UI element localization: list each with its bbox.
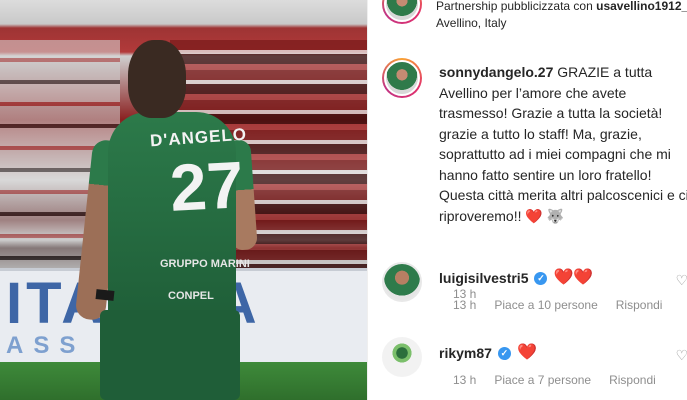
comment-body: ❤️: [516, 344, 537, 361]
post-location[interactable]: Avellino, Italy: [436, 16, 506, 30]
heart-outline-icon[interactable]: ♡: [675, 347, 687, 364]
post-header: Partnership pubblicizzata con usavellino…: [382, 0, 687, 40]
wristband: [95, 289, 115, 301]
comment-time[interactable]: 13 h: [453, 373, 476, 387]
comment-text: rikym87 ✓ ❤️: [439, 344, 537, 362]
author-avatar[interactable]: [382, 0, 422, 24]
comment-item: luigisilvestri5 ✓ ❤️❤️ 13 h Piace a 10 p…: [382, 262, 687, 322]
verified-badge-icon: ✓: [534, 271, 548, 285]
caption-body: GRAZIE a tutta Avellino per l’amore che …: [439, 64, 687, 224]
reply-button[interactable]: Rispondi: [609, 373, 656, 387]
reply-button[interactable]: Rispondi: [616, 298, 663, 312]
caption-emojis: ❤️ 🐺: [525, 207, 565, 224]
comment-meta: 13 h Piace a 10 persone Rispondi: [453, 298, 662, 312]
partnership-label: Partnership pubblicizzata con: [436, 0, 593, 13]
post-header-text: Partnership pubblicizzata con usavellino…: [436, 0, 687, 32]
comment-likes[interactable]: Piace a 10 persone: [494, 298, 597, 312]
comment-text: luigisilvestri5 ✓ ❤️❤️: [439, 269, 594, 287]
jersey-sponsor: CONPEL: [168, 290, 214, 302]
commenter-avatar[interactable]: [382, 262, 422, 302]
partner-link[interactable]: usavellino1912_: [596, 0, 687, 13]
verified-badge-icon: ✓: [497, 346, 511, 360]
comment-likes[interactable]: Piace a 7 persone: [494, 373, 591, 387]
commenter-avatar[interactable]: [382, 337, 422, 377]
comment-item: rikym87 ✓ ❤️ 13 h Piace a 7 persone Risp…: [382, 337, 687, 397]
heart-outline-icon[interactable]: ♡: [675, 272, 687, 289]
comments-panel: Partnership pubblicizzata con usavellino…: [367, 0, 687, 400]
player-head: [128, 40, 186, 118]
comment-meta: 13 h Piace a 7 persone Rispondi: [453, 373, 656, 387]
comment-time[interactable]: 13 h: [453, 298, 476, 312]
post-photo[interactable]: ITA ANA ASS IONI D'ANGELO 27 GRUPPO MARI…: [0, 0, 367, 400]
comment-username[interactable]: luigisilvestri5: [439, 270, 528, 286]
caption-author[interactable]: sonnydangelo.27: [439, 64, 553, 80]
author-avatar[interactable]: [382, 58, 422, 98]
caption-text: sonnydangelo.27 GRAZIE a tutta Avellino …: [439, 62, 687, 226]
jersey-number: 27: [168, 147, 246, 225]
jersey-sponsor: GRUPPO MARINI: [160, 258, 250, 270]
comment-username[interactable]: rikym87: [439, 345, 492, 361]
player-shorts: [100, 310, 240, 400]
comment-body: ❤️❤️: [553, 269, 594, 286]
